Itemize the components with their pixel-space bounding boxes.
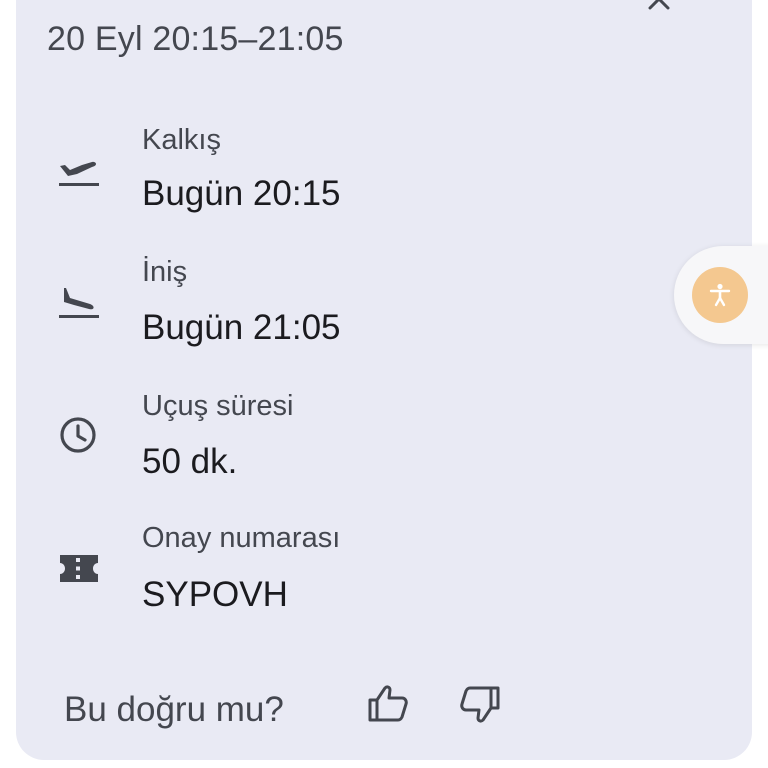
thumbs-down-icon (460, 686, 500, 723)
flight-details-card (16, 0, 752, 760)
thumbs-up-button[interactable] (364, 680, 412, 728)
flight-land-icon (56, 282, 102, 328)
date-range: 20 Eyl 20:15–21:05 (47, 20, 344, 58)
thumbs-down-button[interactable] (456, 680, 504, 728)
accessibility-button[interactable] (692, 267, 748, 323)
accessibility-icon (709, 283, 731, 307)
departure-label: Kalkış (142, 124, 221, 156)
departure-value: Bugün 20:15 (142, 174, 341, 213)
confirmation-label: Onay numarası (142, 522, 341, 554)
feedback-question: Bu doğru mu? (64, 690, 284, 729)
flight-takeoff-icon (56, 150, 102, 196)
arrival-value: Bugün 21:05 (142, 308, 341, 347)
arrival-label: İniş (142, 256, 188, 288)
clock-icon (56, 412, 102, 458)
confirmation-value: SYPOVH (142, 575, 288, 614)
duration-value: 50 dk. (142, 442, 238, 481)
close-icon[interactable] (644, 0, 674, 12)
thumbs-up-icon (368, 685, 408, 722)
duration-label: Uçuş süresi (142, 390, 294, 422)
ticket-icon (56, 546, 102, 592)
